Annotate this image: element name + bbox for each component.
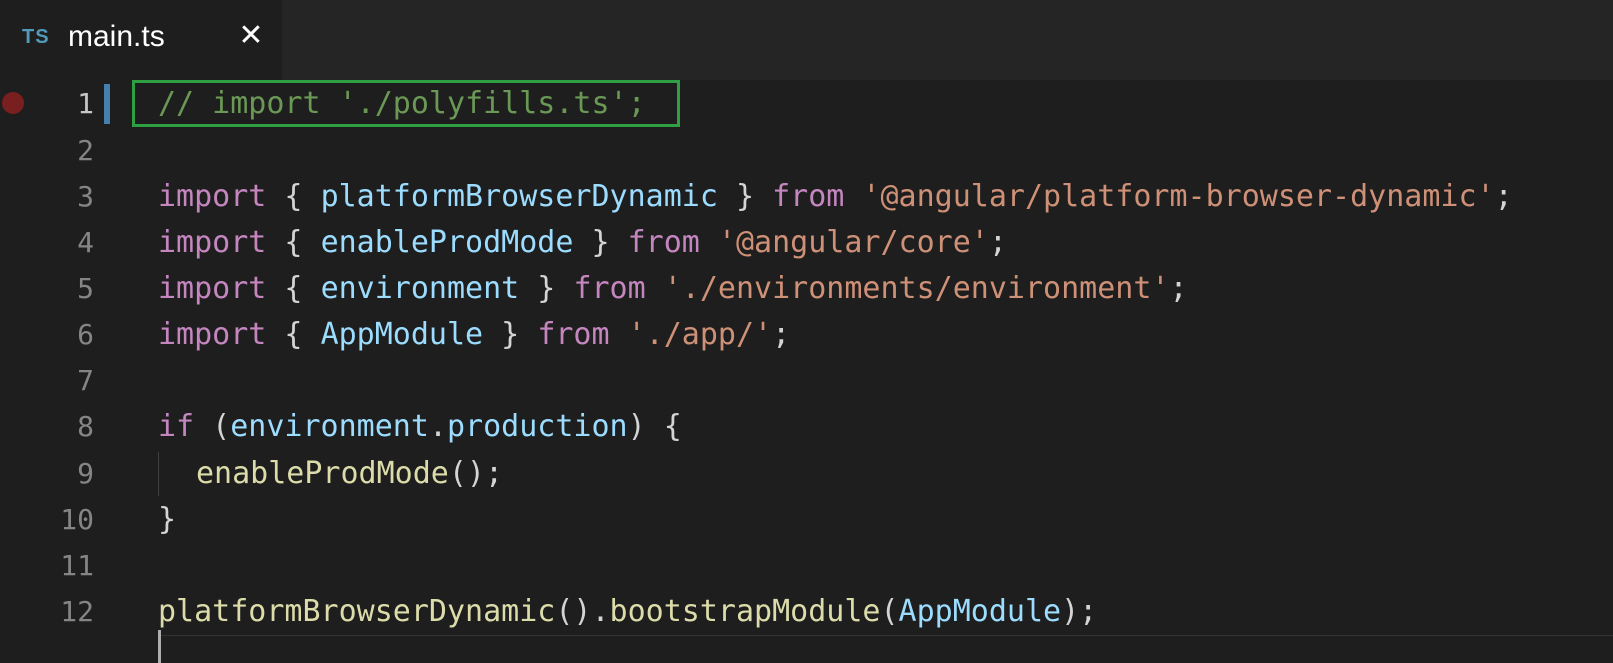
keyword-token: from: [573, 271, 646, 306]
code-line[interactable]: 5 import { environment } from './environ…: [0, 265, 1613, 312]
line-number: 3: [77, 180, 94, 213]
punctuation-token: }: [573, 225, 628, 260]
tab-main-ts[interactable]: TS main.ts ✕: [0, 0, 282, 80]
line-number: 8: [77, 410, 94, 443]
punctuation-token: [844, 179, 862, 214]
identifier-token: environment: [230, 409, 429, 444]
code-editor[interactable]: 1 // import './polyfills.ts'; 2 3 import…: [0, 80, 1613, 663]
function-token: bootstrapModule: [609, 594, 881, 629]
code-line[interactable]: 10 }: [0, 496, 1613, 543]
line-number: 12: [60, 595, 94, 628]
string-token: './app/': [627, 317, 773, 352]
code-line[interactable]: 8 if (environment.production) {: [0, 403, 1613, 450]
identifier-token: platformBrowserDynamic: [320, 179, 718, 214]
line-number: 1: [77, 87, 94, 120]
punctuation-token: (: [194, 409, 231, 444]
code-text[interactable]: // import './polyfills.ts';: [158, 80, 646, 127]
keyword-token: from: [627, 225, 700, 260]
code-text[interactable]: }: [158, 496, 176, 543]
punctuation-token: [646, 271, 664, 306]
identifier-token: AppModule: [320, 317, 484, 352]
code-line[interactable]: 3 import { platformBrowserDynamic } from…: [0, 173, 1613, 220]
punctuation-token: );: [1061, 594, 1098, 629]
keyword-token: import: [158, 271, 267, 306]
code-text[interactable]: import { enableProdMode } from '@angular…: [158, 219, 1007, 266]
keyword-token: import: [158, 225, 267, 260]
text-cursor: [158, 630, 161, 663]
code-line[interactable]: 7: [0, 357, 1613, 404]
punctuation-token: .: [428, 409, 447, 444]
punctuation-token: ().: [555, 594, 610, 629]
punctuation-token: {: [266, 317, 321, 352]
punctuation-token: [700, 225, 718, 260]
code-text[interactable]: enableProdMode();: [196, 450, 503, 497]
punctuation-token: ;: [1494, 179, 1513, 214]
line-number: 9: [77, 457, 94, 490]
keyword-token: import: [158, 317, 267, 352]
keyword-token: if: [158, 409, 195, 444]
line-number: 2: [77, 134, 94, 167]
punctuation-token: (: [880, 594, 899, 629]
code-line[interactable]: 2: [0, 127, 1613, 174]
punctuation-token: [610, 317, 628, 352]
line-number: 5: [77, 272, 94, 305]
code-line[interactable]: 12 platformBrowserDynamic().bootstrapMod…: [0, 588, 1613, 635]
code-line[interactable]: 6 import { AppModule } from './app/';: [0, 311, 1613, 358]
modified-line-indicator: [104, 84, 110, 124]
punctuation-token: }: [158, 502, 177, 537]
keyword-token: from: [772, 179, 845, 214]
keyword-token: import: [158, 179, 267, 214]
function-token: enableProdMode: [196, 456, 449, 491]
identifier-token: production: [447, 409, 628, 444]
identifier-token: AppModule: [898, 594, 1062, 629]
current-line-border: [160, 635, 1613, 636]
punctuation-token: {: [266, 271, 321, 306]
string-token: './environments/environment': [663, 271, 1170, 306]
punctuation-token: {: [266, 225, 321, 260]
line-number: 11: [60, 549, 94, 582]
keyword-token: from: [537, 317, 610, 352]
code-line[interactable]: 9 enableProdMode();: [0, 450, 1613, 497]
code-text[interactable]: import { platformBrowserDynamic } from '…: [158, 173, 1513, 220]
close-icon[interactable]: ✕: [234, 16, 268, 56]
comment-token: // import './polyfills.ts';: [158, 86, 646, 121]
string-token: '@angular/platform-browser-dynamic': [862, 179, 1495, 214]
indent-guide: [158, 452, 159, 496]
code-line[interactable]: 4 import { enableProdMode } from '@angul…: [0, 219, 1613, 266]
punctuation-token: }: [717, 179, 773, 214]
punctuation-token: ();: [448, 456, 504, 491]
punctuation-token: ;: [772, 317, 791, 352]
tab-label[interactable]: main.ts: [68, 20, 165, 54]
punctuation-token: ;: [1169, 271, 1188, 306]
punctuation-token: }: [519, 271, 574, 306]
string-token: '@angular/core': [717, 225, 989, 260]
code-text[interactable]: if (environment.production) {: [158, 403, 682, 450]
code-line[interactable]: 11: [0, 542, 1613, 589]
punctuation-token: ;: [988, 225, 1007, 260]
identifier-token: environment: [320, 271, 520, 306]
code-text[interactable]: platformBrowserDynamic().bootstrapModule…: [158, 588, 1097, 635]
tab-bar: TS main.ts ✕: [0, 0, 1613, 80]
code-text[interactable]: import { environment } from './environme…: [158, 265, 1188, 312]
code-text[interactable]: import { AppModule } from './app/';: [158, 311, 790, 358]
typescript-file-icon: TS: [22, 26, 50, 48]
code-line[interactable]: 1 // import './polyfills.ts';: [0, 80, 1613, 127]
punctuation-token: {: [266, 179, 321, 214]
punctuation-token: }: [483, 317, 538, 352]
line-number: 6: [77, 318, 94, 351]
line-number: 10: [60, 503, 94, 536]
function-token: platformBrowserDynamic: [158, 594, 556, 629]
line-number: 7: [77, 364, 94, 397]
line-number: 4: [77, 226, 94, 259]
identifier-token: enableProdMode: [320, 225, 574, 260]
punctuation-token: ) {: [627, 409, 682, 444]
